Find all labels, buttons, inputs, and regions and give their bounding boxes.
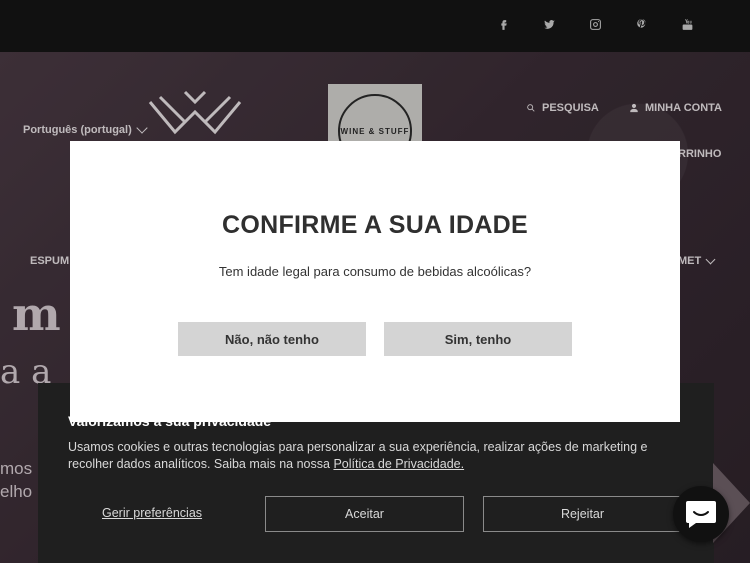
age-gate-question: Tem idade legal para consumo de bebidas … bbox=[218, 264, 532, 279]
privacy-policy-link[interactable]: Política de Privacidade. bbox=[333, 457, 464, 471]
reject-cookies-button[interactable]: Rejeitar bbox=[483, 496, 682, 532]
chat-button[interactable] bbox=[673, 486, 729, 542]
age-no-button[interactable]: Não, não tenho bbox=[178, 322, 366, 356]
manage-preferences-link[interactable]: Gerir preferências bbox=[102, 506, 202, 520]
accept-cookies-button[interactable]: Aceitar bbox=[265, 496, 464, 532]
age-verification-modal: CONFIRME A SUA IDADE Tem idade legal par… bbox=[70, 141, 680, 422]
age-gate-title: CONFIRME A SUA IDADE bbox=[222, 211, 528, 239]
cookie-text: Usamos cookies e outras tecnologias para… bbox=[68, 439, 668, 473]
chat-icon bbox=[686, 501, 716, 528]
age-yes-button[interactable]: Sim, tenho bbox=[384, 322, 572, 356]
